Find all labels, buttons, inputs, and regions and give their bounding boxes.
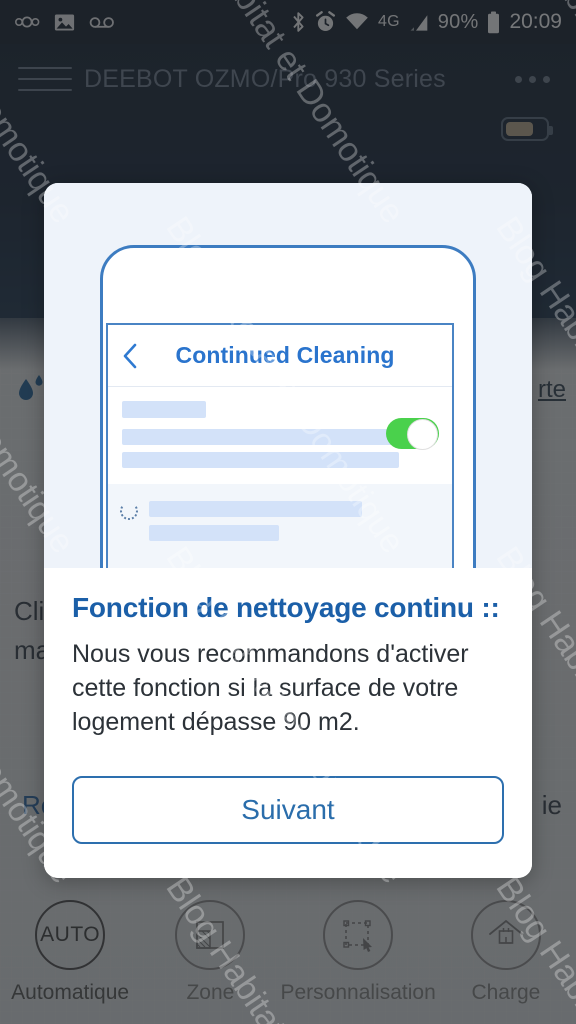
placeholder-bar [122,452,399,468]
dialog-title: Fonction de nettoyage continu :: [72,592,500,623]
mock-setting-row [108,387,452,484]
continued-cleaning-dialog: Continued Cleaning Fonction de nettoyage… [44,183,532,878]
mock-header-title: Continued Cleaning [175,342,395,368]
placeholder-bar [149,501,362,517]
dialog-illustration: Continued Cleaning [44,183,532,568]
phone-mockup-screen: Continued Cleaning [106,323,454,568]
dialog-footer: Suivant [44,776,532,878]
placeholder-bar [122,401,206,418]
placeholder-group [149,501,362,541]
chevron-left-icon [108,342,152,370]
placeholder-bar [149,525,279,541]
mock-header: Continued Cleaning [108,325,452,387]
dialog-description: Nous vous recommandons d'activer cette f… [72,640,469,736]
mock-status-row [108,484,452,568]
continued-cleaning-toggle [386,418,439,450]
placeholder-bar [122,429,399,445]
phone-screen: 4G 90% 20:09 DEEBOT OZMO/Pro 930 Series [0,0,576,1024]
next-button[interactable]: Suivant [72,776,504,844]
loading-spinner-icon [120,502,138,520]
dialog-text-block: Fonction de nettoyage continu :: Nous vo… [44,568,532,776]
